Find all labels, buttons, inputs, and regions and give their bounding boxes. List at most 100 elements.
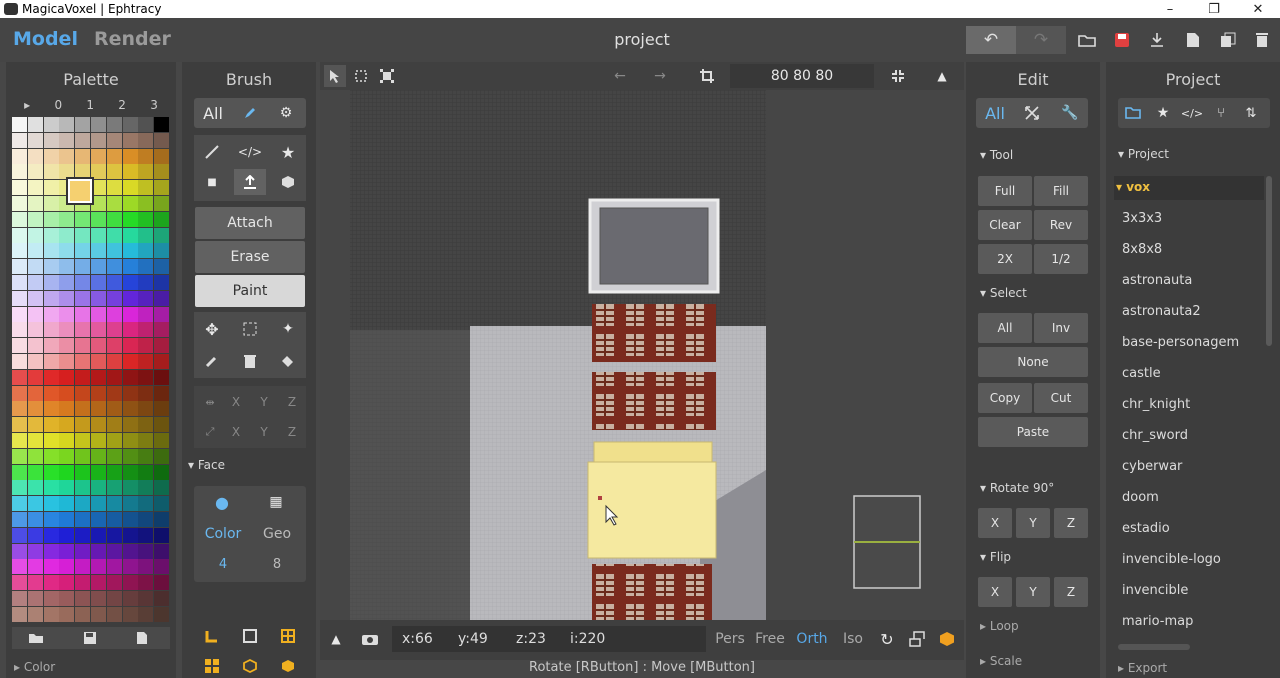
palette-swatch[interactable] (154, 606, 170, 622)
palette-swatch[interactable] (75, 496, 91, 512)
palette-swatch[interactable] (27, 464, 43, 480)
voxel-brush-icon[interactable]: ■ (200, 171, 224, 193)
palette-swatch[interactable] (122, 148, 138, 164)
palette-swatch[interactable] (154, 433, 170, 448)
rotate-z-button[interactable]: Z (1054, 508, 1088, 538)
rev-button[interactable]: Rev (1034, 210, 1088, 240)
palette-swatch[interactable] (12, 132, 27, 148)
reset-view-icon[interactable]: ↻ (876, 628, 898, 650)
up-triangle-icon[interactable]: ▲ (930, 65, 954, 87)
palette-swatch[interactable] (59, 464, 75, 480)
palette-swatch[interactable] (43, 243, 59, 259)
palette-swatch[interactable] (154, 290, 170, 306)
palette-swatch[interactable] (43, 401, 59, 417)
palette-swatch[interactable] (75, 448, 91, 464)
close-button[interactable]: ✕ (1236, 2, 1280, 17)
palette-swatch[interactable] (75, 575, 91, 591)
palette-swatch[interactable] (154, 259, 170, 275)
palette-swatch[interactable] (154, 338, 170, 354)
palette-swatch[interactable] (12, 211, 27, 227)
rotate-section-title[interactable]: ▾ Rotate 90° (980, 481, 1054, 495)
palette-swatch[interactable] (138, 180, 154, 196)
palette-swatch[interactable] (122, 196, 138, 211)
palette-swatch[interactable] (106, 243, 122, 259)
palette-swatch[interactable] (138, 148, 154, 164)
palette-swatch[interactable] (91, 290, 106, 306)
palette-swatch[interactable] (59, 164, 75, 180)
palette-swatch[interactable] (12, 591, 27, 606)
project-file-item[interactable]: castle (1122, 366, 1161, 381)
palette-swatch[interactable] (59, 275, 75, 290)
attach-button[interactable]: Attach (195, 207, 305, 239)
palette-swatch[interactable] (75, 259, 91, 275)
palette-swatch[interactable] (122, 322, 138, 338)
palette-swatch[interactable] (27, 354, 43, 369)
palette-swatch[interactable] (75, 401, 91, 417)
palette-swatch[interactable] (27, 164, 43, 180)
brush-settings-icon[interactable]: ⚙ (274, 103, 298, 123)
clear-button[interactable]: Clear (978, 210, 1032, 240)
palette-grid[interactable] (12, 117, 170, 625)
palette-swatch[interactable] (59, 543, 75, 559)
palette-swatch[interactable] (12, 196, 27, 211)
palette-swatch[interactable] (75, 275, 91, 290)
project-file-item[interactable]: doom (1122, 490, 1159, 505)
palette-swatch[interactable] (43, 211, 59, 227)
palette-swatch[interactable] (91, 275, 106, 290)
palette-swatch[interactable] (12, 369, 27, 385)
flip-x-button[interactable]: X (978, 577, 1012, 607)
palette-swatch[interactable] (154, 354, 170, 369)
palette-swatch[interactable] (43, 196, 59, 211)
palette-swatch[interactable] (91, 338, 106, 354)
voxel-scene[interactable] (320, 90, 964, 620)
view-free[interactable]: Free (752, 628, 788, 650)
palette-swatch[interactable] (27, 243, 43, 259)
palette-swatch[interactable] (91, 401, 106, 417)
palette-swatch[interactable] (138, 338, 154, 354)
palette-swatch[interactable] (122, 543, 138, 559)
palette-swatch[interactable] (59, 480, 75, 496)
project-file-item[interactable]: astronauta (1122, 273, 1192, 288)
palette-swatch[interactable] (27, 496, 43, 512)
palette-swatch[interactable] (75, 464, 91, 480)
palette-swatch[interactable] (122, 433, 138, 448)
project-folder-icon[interactable] (1122, 103, 1144, 123)
palette-swatch[interactable] (91, 132, 106, 148)
palette-swatch[interactable] (138, 259, 154, 275)
palette-swatch[interactable] (106, 369, 122, 385)
tiles-icon[interactable] (202, 656, 222, 676)
palette-swatch[interactable] (154, 117, 170, 132)
palette-swatch[interactable] (27, 211, 43, 227)
palette-swatch[interactable] (59, 512, 75, 527)
palette-swatch[interactable] (27, 433, 43, 448)
tab-render[interactable]: Render (94, 28, 171, 50)
new-button[interactable] (1176, 26, 1210, 54)
palette-swatch[interactable] (154, 211, 170, 227)
palette-swatch[interactable] (91, 448, 106, 464)
palette-swatch[interactable] (91, 385, 106, 401)
palette-swatch[interactable] (43, 227, 59, 243)
project-file-item[interactable]: 8x8x8 (1122, 242, 1162, 257)
branch-icon[interactable]: ⑂ (1210, 103, 1232, 123)
palette-swatch[interactable] (154, 512, 170, 527)
line-brush-icon[interactable] (200, 141, 224, 163)
view-iso[interactable]: Iso (838, 628, 868, 650)
palette-swatch[interactable] (106, 543, 122, 559)
project-file-item[interactable]: astronauta2 (1122, 304, 1201, 319)
loop-section-title[interactable]: ▸ Loop (980, 619, 1019, 633)
palette-swatch[interactable] (59, 117, 75, 132)
outline-square-icon[interactable] (240, 626, 260, 646)
palette-swatch[interactable] (75, 211, 91, 227)
palette-swatch[interactable] (27, 401, 43, 417)
palette-swatch[interactable] (154, 132, 170, 148)
palette-page-2[interactable]: 2 (118, 98, 126, 114)
selected-swatch[interactable] (66, 177, 94, 205)
palette-swatch[interactable] (138, 196, 154, 211)
wrench-icon[interactable]: 🔧 (1058, 103, 1082, 123)
palette-swatch[interactable] (59, 338, 75, 354)
palette-swatch[interactable] (154, 243, 170, 259)
palette-swatch[interactable] (122, 306, 138, 322)
palette-swatch[interactable] (138, 322, 154, 338)
palette-swatch[interactable] (75, 227, 91, 243)
palette-swatch[interactable] (27, 369, 43, 385)
